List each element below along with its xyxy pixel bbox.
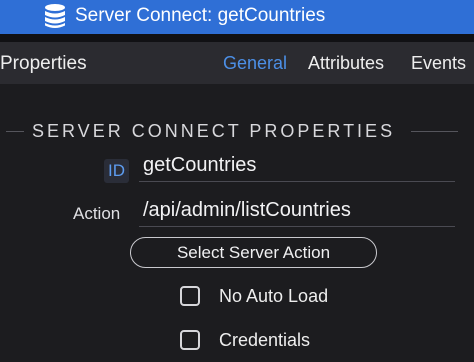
window-titlebar: Server Connect: getCountries [0, 0, 474, 34]
credentials-checkbox[interactable] [180, 330, 200, 350]
no-auto-load-label: No Auto Load [219, 285, 329, 306]
id-field-value: getCountries [143, 154, 257, 176]
section-divider-right [411, 131, 458, 132]
properties-header: Properties General Attributes Events [0, 42, 474, 84]
panel-title: Properties [0, 53, 87, 74]
database-icon [43, 3, 67, 30]
id-label: ID [104, 159, 129, 183]
credentials-label: Credentials [219, 329, 311, 350]
tab-general[interactable]: General [223, 53, 287, 74]
titlebar-divider [0, 34, 474, 42]
credentials-option[interactable]: Credentials [180, 327, 310, 353]
tab-events[interactable]: Events [411, 53, 466, 74]
window-title: Server Connect: getCountries [75, 5, 326, 26]
properties-panel: SERVER CONNECT PROPERTIES ID getCountrie… [0, 84, 474, 362]
tab-attributes[interactable]: Attributes [308, 53, 384, 74]
section-divider-left [6, 131, 24, 132]
no-auto-load-checkbox[interactable] [180, 286, 200, 306]
no-auto-load-option[interactable]: No Auto Load [180, 283, 328, 309]
action-field[interactable]: /api/admin/listCountries [139, 199, 455, 227]
section-title: SERVER CONNECT PROPERTIES [32, 121, 396, 141]
id-field[interactable]: getCountries [139, 154, 455, 182]
action-field-value: /api/admin/listCountries [143, 199, 351, 221]
action-label: Action [73, 204, 121, 223]
select-server-action-button[interactable]: Select Server Action [130, 237, 377, 268]
